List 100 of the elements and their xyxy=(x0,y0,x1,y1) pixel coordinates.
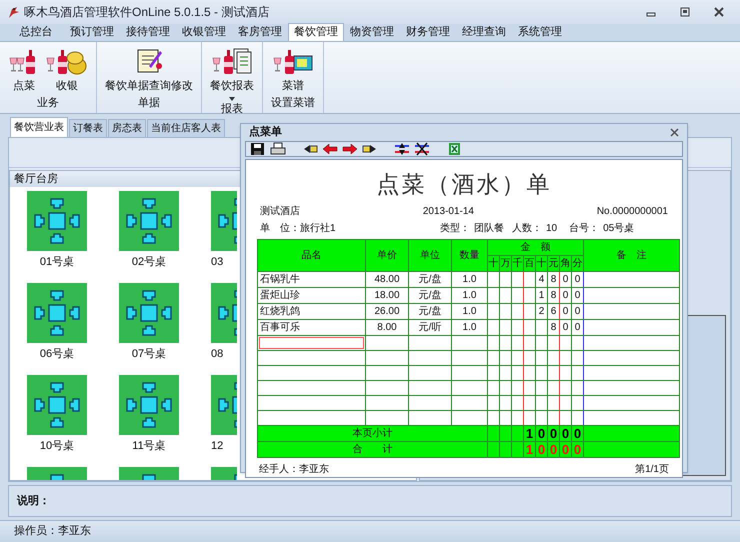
column-header: 十 xyxy=(488,255,500,271)
group-title: 餐厅台房 xyxy=(14,172,58,187)
type-value: 团队餐 xyxy=(474,222,504,236)
column-header: 单价 xyxy=(366,239,408,271)
spreadsheet-icon[interactable] xyxy=(446,142,462,156)
column-header: 百 xyxy=(524,255,536,271)
table-cell: 18.00 xyxy=(366,287,408,303)
total-digit: 1 xyxy=(524,441,536,457)
table-cell: 0 xyxy=(572,271,584,287)
total-digit: 0 xyxy=(560,441,572,457)
unit-label: 单 位：旅行社1 xyxy=(260,222,337,236)
menu-tab[interactable]: 总控台 xyxy=(8,23,64,41)
dining-table-icon[interactable] xyxy=(27,191,87,251)
total-digit: 0 xyxy=(536,441,548,457)
hotel-name: 测试酒店 xyxy=(260,204,300,218)
column-header: 备 注 xyxy=(584,239,680,271)
table-cell: 0 xyxy=(572,319,584,335)
total-digit: 0 xyxy=(548,425,560,441)
tab[interactable]: 当前住店客人表 xyxy=(147,119,225,137)
dining-table-icon[interactable] xyxy=(27,283,87,343)
menu-tab[interactable]: 收银管理 xyxy=(176,23,232,41)
ribbon-button[interactable]: 收银 xyxy=(46,46,88,94)
woodpecker-logo-icon xyxy=(6,5,20,19)
ribbon-group-label: 单据 xyxy=(138,96,160,110)
ribbon-group-label: 报表 xyxy=(221,102,243,116)
wine-and-report-icon xyxy=(212,46,252,76)
table-cell: 0 xyxy=(560,303,572,319)
delete-row-icon[interactable] xyxy=(414,142,430,156)
table-cell: 1.0 xyxy=(452,287,488,303)
column-header: 品名 xyxy=(258,239,366,271)
menu-tab[interactable]: 物资管理 xyxy=(344,23,400,41)
dropdown-caret-icon[interactable] xyxy=(229,96,235,100)
table-cell: 48.00 xyxy=(366,271,408,287)
save-icon[interactable] xyxy=(250,142,266,156)
table-cell: 4 xyxy=(536,271,548,287)
menu-tab[interactable]: 系统管理 xyxy=(512,23,568,41)
table-cell: 8 xyxy=(548,271,560,287)
total-digit: 1 xyxy=(524,425,536,441)
tab[interactable]: 订餐表 xyxy=(69,119,107,137)
table-cell: 元/盘 xyxy=(408,271,452,287)
tab[interactable]: 餐饮营业表 xyxy=(10,117,68,137)
table-label: 01号桌 xyxy=(38,254,76,270)
menu-tab[interactable]: 经理查询 xyxy=(456,23,512,41)
table-cell: 26.00 xyxy=(366,303,408,319)
ribbon-group-label: 业务 xyxy=(37,96,59,110)
close-icon[interactable] xyxy=(714,7,724,17)
page-number: 第1/1页 xyxy=(635,462,669,476)
tab[interactable]: 房态表 xyxy=(108,119,146,137)
table-cell: 1 xyxy=(536,287,548,303)
restore-icon[interactable] xyxy=(680,7,690,17)
menu-tab[interactable]: 预订管理 xyxy=(64,23,120,41)
insert-row-icon[interactable] xyxy=(394,142,410,156)
table-cell: 蛋炬山珍 xyxy=(258,287,366,303)
table-cell: 红烧乳鸽 xyxy=(258,303,366,319)
dining-table-icon[interactable] xyxy=(119,283,179,343)
table-cell: 8 xyxy=(548,287,560,303)
arrow-left-icon[interactable] xyxy=(322,142,338,156)
table-cell: 0 xyxy=(560,271,572,287)
total-digit: 0 xyxy=(572,441,584,457)
table-no-value: 05号桌 xyxy=(603,222,634,236)
table-cell: 8 xyxy=(548,319,560,335)
window-title: 啄木鸟酒店管理软件OnLine 5.0.1.5 - 测试酒店 xyxy=(24,4,270,21)
close-icon[interactable] xyxy=(670,128,679,137)
ribbon-button[interactable]: 菜谱 xyxy=(273,46,313,94)
table-label: 12 xyxy=(211,439,224,454)
table-cell: 0 xyxy=(560,319,572,335)
ribbon-button[interactable]: 餐饮报表 xyxy=(210,46,254,100)
printer-icon[interactable] xyxy=(270,142,286,156)
report-title: 点菜（酒水）单 xyxy=(376,172,552,198)
column-header: 千 xyxy=(512,255,524,271)
menu-tab[interactable]: 财务管理 xyxy=(400,23,456,41)
column-header: 角 xyxy=(560,255,572,271)
total-label: 本页小计 xyxy=(258,425,488,441)
dining-table-icon[interactable] xyxy=(27,375,87,435)
dining-table-icon[interactable] xyxy=(119,191,179,251)
type-label: 类型： xyxy=(440,222,470,236)
table-label: 06号桌 xyxy=(38,346,76,362)
table-cell: 元/盘 xyxy=(408,287,452,303)
arrow-right-icon[interactable] xyxy=(342,142,358,156)
total-digit: 0 xyxy=(572,425,584,441)
table-cell: 元/听 xyxy=(408,319,452,335)
table-label: 07号桌 xyxy=(130,346,168,362)
order-number: No.0000000001 xyxy=(596,204,668,218)
total-digit: 0 xyxy=(560,425,572,441)
ribbon-button[interactable]: 点菜 xyxy=(8,46,40,94)
menu-tab[interactable]: 接待管理 xyxy=(120,23,176,41)
column-header: 数量 xyxy=(452,239,488,271)
menu-tab[interactable]: 客房管理 xyxy=(232,23,288,41)
dining-table-icon[interactable] xyxy=(119,375,179,435)
table-label: 02号桌 xyxy=(130,254,168,270)
table-label: 11号桌 xyxy=(131,438,167,454)
table-cell: 2 xyxy=(536,303,548,319)
item-name-field[interactable] xyxy=(259,336,364,348)
note-label: 说明： xyxy=(17,494,50,509)
operator-label: 操作员：李亚东 xyxy=(14,524,91,540)
total-digit: 0 xyxy=(548,441,560,457)
ribbon-button[interactable]: 餐饮单据查询修改 xyxy=(105,46,193,94)
menu-tab[interactable]: 餐饮管理 xyxy=(288,23,344,41)
column-header: 万 xyxy=(500,255,512,271)
table-cell: 0 xyxy=(560,287,572,303)
